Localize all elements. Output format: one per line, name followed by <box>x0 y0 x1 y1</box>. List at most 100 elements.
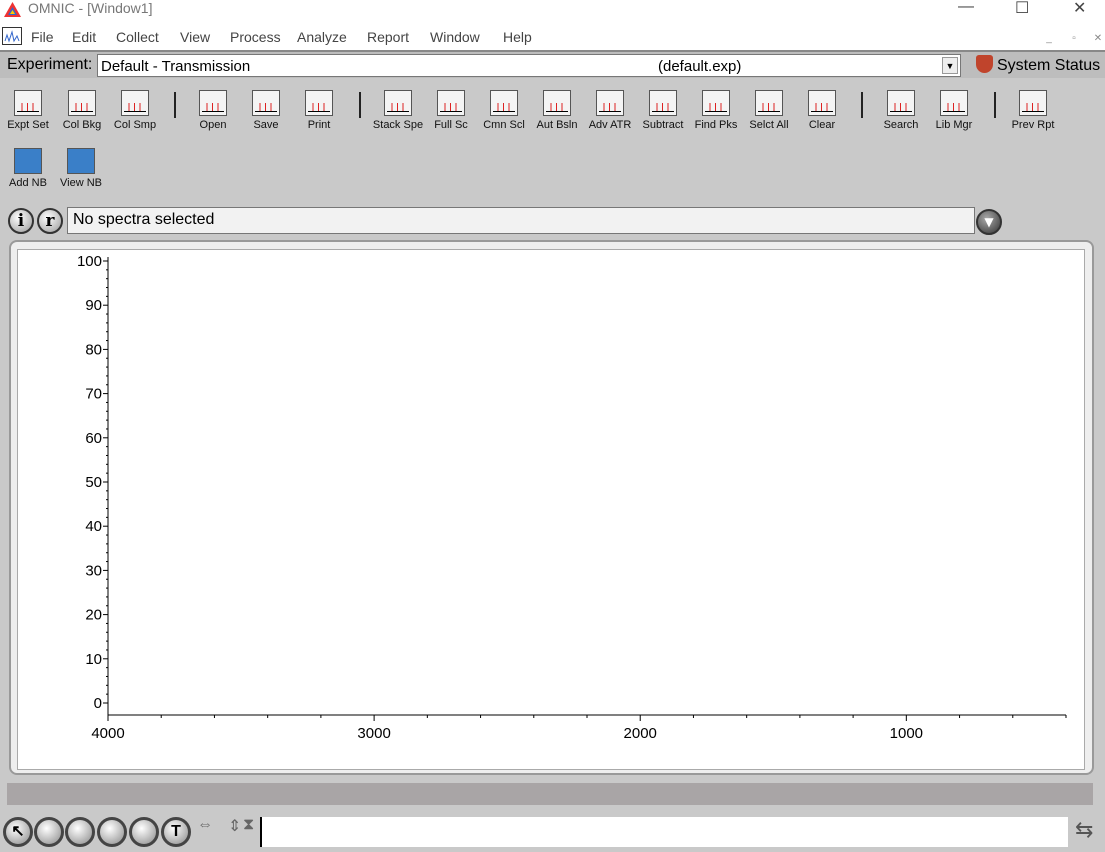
toolbar-separator <box>359 92 361 118</box>
experiment-bar: Experiment: Default - Transmission (defa… <box>0 50 1105 78</box>
window-title: OMNIC - [Window1] <box>28 0 153 16</box>
col-bkg-button[interactable]: Col Bkg <box>54 90 110 131</box>
lib-mgr-button[interactable]: Lib Mgr <box>926 90 982 131</box>
clear-button[interactable]: Clear <box>794 90 850 131</box>
document-icon[interactable] <box>2 27 22 45</box>
subtract-button[interactable]: Subtract <box>635 90 691 131</box>
aut-bsln-label: Aut Bsln <box>536 119 578 131</box>
expt-set-button[interactable]: Expt Set <box>0 90 56 131</box>
lib-mgr-label: Lib Mgr <box>935 119 973 131</box>
add-nb-button[interactable]: Add NB <box>0 148 56 189</box>
menu-file[interactable]: File <box>31 29 54 45</box>
y-tick-label: 10 <box>85 651 102 668</box>
selct-all-icon <box>755 90 783 116</box>
lib-mgr-icon <box>940 90 968 116</box>
find-pks-label: Find Pks <box>694 119 738 131</box>
find-pks-button[interactable]: Find Pks <box>688 90 744 131</box>
swap-icon[interactable]: ⇆ <box>1075 817 1093 843</box>
view-notebook-icon <box>67 148 95 174</box>
maximize-button[interactable]: ☐ <box>1015 0 1029 18</box>
menu-analyze[interactable]: Analyze <box>297 29 347 45</box>
plot-area[interactable]: 0 10 20 30 40 50 60 70 80 90 100 4000 3000 2000 1000 <box>17 249 1085 770</box>
select-tool-button[interactable]: ↖ <box>3 817 33 847</box>
full-sc-icon <box>437 90 465 116</box>
menu-collect[interactable]: Collect <box>116 29 159 45</box>
prev-rpt-label: Prev Rpt <box>1011 119 1055 131</box>
selct-all-button[interactable]: Selct All <box>741 90 797 131</box>
menu-report[interactable]: Report <box>367 29 409 45</box>
corrected-area-tool-button[interactable] <box>129 817 159 847</box>
expand-horizontal-icon[interactable]: ⇔ <box>197 816 213 834</box>
shield-icon <box>976 55 993 73</box>
search-icon <box>887 90 915 116</box>
mdi-minimize-button[interactable]: _ <box>1042 33 1056 44</box>
peak-height-tool-button[interactable] <box>65 817 95 847</box>
print-button[interactable]: Print <box>291 90 347 131</box>
adv-atr-icon <box>596 90 624 116</box>
open-icon <box>199 90 227 116</box>
x-tick-label: 3000 <box>357 725 390 742</box>
view-nb-button[interactable]: View NB <box>53 148 109 189</box>
search-button[interactable]: Search <box>873 90 929 131</box>
subtract-icon <box>649 90 677 116</box>
aut-bsln-button[interactable]: Aut Bsln <box>529 90 585 131</box>
cmn-scl-button[interactable]: Cmn Scl <box>476 90 532 131</box>
region-tool-button[interactable] <box>34 817 64 847</box>
minimize-button[interactable]: — <box>958 0 974 16</box>
save-label: Save <box>253 119 279 131</box>
selct-all-label: Selct All <box>749 119 789 131</box>
y-tick-label: 80 <box>85 341 102 358</box>
view-nb-label: View NB <box>60 177 102 189</box>
search-label: Search <box>883 119 919 131</box>
status-bar <box>7 783 1093 805</box>
col-smp-icon <box>121 90 149 116</box>
y-tick-label: 60 <box>85 430 102 447</box>
x-tick-label: 4000 <box>91 725 124 742</box>
omnic-logo-icon <box>4 2 21 17</box>
info-icon[interactable]: i <box>8 208 34 234</box>
chevron-down-icon[interactable]: ▼ <box>976 209 1002 235</box>
save-icon <box>252 90 280 116</box>
mdi-restore-button[interactable]: ▫ <box>1067 33 1081 44</box>
stack-spe-icon <box>384 90 412 116</box>
menu-edit[interactable]: Edit <box>72 29 96 45</box>
peak-area-tool-button[interactable] <box>97 817 127 847</box>
close-button[interactable]: ✕ <box>1073 0 1086 18</box>
experiment-select[interactable]: Default - Transmission (default.exp) ▼ <box>97 54 961 77</box>
menu-process[interactable]: Process <box>230 29 281 45</box>
add-nb-label: Add NB <box>9 177 47 189</box>
shrink-vertical-icon[interactable]: ⧗ <box>243 816 254 834</box>
menu-window[interactable]: Window <box>430 29 480 45</box>
menu-help[interactable]: Help <box>503 29 532 45</box>
toolbar-separator <box>174 92 176 118</box>
y-tick-label: 90 <box>85 297 102 314</box>
chevron-down-icon[interactable]: ▼ <box>942 57 958 74</box>
prev-rpt-button[interactable]: Prev Rpt <box>1005 90 1061 131</box>
title-bar: OMNIC - [Window1] — ☐ ✕ <box>0 0 1105 25</box>
menu-view[interactable]: View <box>180 29 210 45</box>
full-sc-button[interactable]: Full Sc <box>423 90 479 131</box>
stack-spe-label: Stack Spe <box>372 119 424 131</box>
expt-set-icon <box>14 90 42 116</box>
text-tool-button[interactable]: T <box>161 817 191 847</box>
adv-atr-button[interactable]: Adv ATR <box>582 90 638 131</box>
print-icon <box>305 90 333 116</box>
adv-atr-label: Adv ATR <box>588 119 632 131</box>
print-label: Print <box>307 119 331 131</box>
expand-vertical-icon[interactable]: ⇕ <box>228 816 241 836</box>
col-smp-label: Col Smp <box>113 119 157 131</box>
y-tick-label: 30 <box>85 562 102 579</box>
stack-spe-button[interactable]: Stack Spe <box>370 90 426 131</box>
full-sc-label: Full Sc <box>434 119 468 131</box>
spectra-selection-field[interactable]: No spectra selected <box>67 207 975 234</box>
system-status-button[interactable]: System Status <box>976 55 1100 75</box>
open-label: Open <box>199 119 227 131</box>
experiment-file: (default.exp) <box>658 58 742 75</box>
command-input[interactable] <box>260 817 1068 847</box>
save-button[interactable]: Save <box>238 90 294 131</box>
report-icon[interactable]: r <box>37 208 63 234</box>
mdi-close-button[interactable]: ✕ <box>1091 33 1105 44</box>
open-button[interactable]: Open <box>185 90 241 131</box>
col-smp-button[interactable]: Col Smp <box>107 90 163 131</box>
spectrum-chart[interactable]: 0 10 20 30 40 50 60 70 80 90 100 4000 3000 2000 1000 <box>18 250 1084 769</box>
